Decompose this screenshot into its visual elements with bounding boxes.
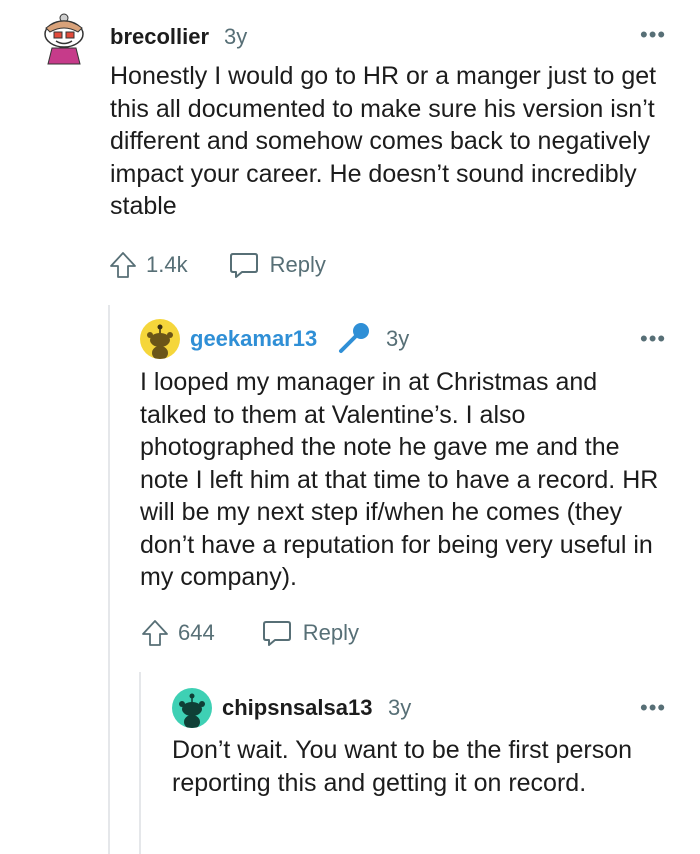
avatar-brecollier[interactable]	[40, 10, 90, 66]
reply-bubble-icon	[229, 253, 258, 278]
thread-line-level2[interactable]	[139, 672, 141, 854]
upvote-button[interactable]: 1.4k	[108, 250, 188, 280]
snoo-avatar-icon	[44, 13, 84, 65]
snoo-avatar-icon	[147, 324, 173, 359]
comment-body: Honestly I would go to HR or a manger ju…	[110, 62, 657, 220]
reply-label: Reply	[302, 620, 359, 645]
upvote-icon	[110, 252, 136, 278]
thread-line-level1[interactable]	[108, 305, 110, 854]
reply-button[interactable]: Reply	[228, 250, 326, 280]
vote-score: 644	[178, 620, 215, 645]
more-options-icon[interactable]: •••	[640, 24, 666, 46]
comment-age: 3y	[388, 695, 412, 720]
comment-body: Don’t wait. You want to be the first per…	[172, 736, 632, 797]
snoo-avatar-icon	[179, 693, 205, 728]
reply-bubble-icon	[262, 621, 291, 646]
username[interactable]: chipsnsalsa13	[222, 695, 372, 721]
upvote-icon	[142, 620, 168, 646]
avatar-chipsnsalsa13[interactable]	[172, 688, 212, 728]
comment-actions: 644 Reply	[140, 616, 359, 650]
comment-age: 3y	[386, 326, 410, 351]
comment-age: 3y	[224, 24, 248, 49]
more-options-icon[interactable]: •••	[640, 328, 666, 350]
microphone-icon	[339, 323, 369, 353]
vote-score: 1.4k	[146, 252, 188, 277]
comment-actions: 1.4k Reply	[108, 248, 326, 282]
reply-button[interactable]: Reply	[261, 618, 359, 648]
more-options-icon[interactable]: •••	[640, 697, 666, 719]
comment-body: I looped my manager in at Christmas and …	[140, 368, 659, 591]
upvote-button[interactable]: 644	[140, 618, 215, 648]
username-op[interactable]: geekamar13	[190, 326, 317, 352]
reply-label: Reply	[269, 252, 326, 277]
username[interactable]: brecollier	[110, 24, 209, 50]
avatar-geekamar13[interactable]	[140, 319, 180, 359]
